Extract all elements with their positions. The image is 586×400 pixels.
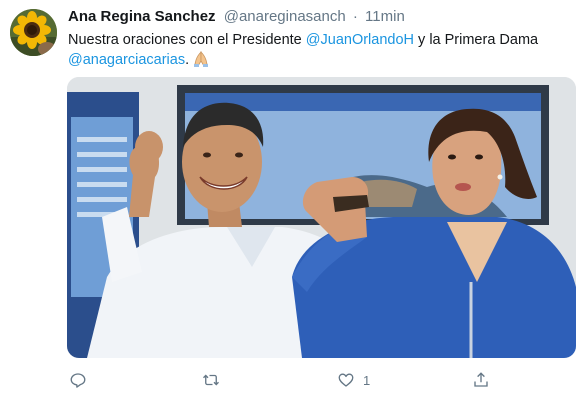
sunflower-avatar-icon (10, 9, 57, 56)
reply-icon (70, 373, 86, 388)
retweet-button[interactable] (202, 368, 220, 392)
tweet-text-part: y la Primera Dama (414, 32, 539, 48)
photo-two-people-raising-fists (67, 77, 576, 358)
display-name[interactable]: Ana Regina Sanchez (68, 8, 216, 25)
like-button[interactable]: 1 (337, 368, 370, 392)
heart-icon (338, 373, 354, 387)
share-icon (474, 372, 488, 387)
tweet-card[interactable]: Ana Regina Sanchez @anareginasanch · 11m… (0, 0, 586, 400)
share-button[interactable] (472, 368, 490, 392)
timestamp[interactable]: 11min (365, 8, 405, 25)
avatar[interactable] (10, 9, 57, 56)
reply-button[interactable] (69, 368, 87, 392)
tweet-actions: 1 (67, 368, 576, 394)
mention-link-first-lady[interactable]: @anagarciacarias (68, 52, 185, 68)
tweet-photo[interactable] (67, 77, 576, 358)
retweet-icon (203, 374, 219, 386)
tweet-text-part: Nuestra oraciones con el Presidente (68, 32, 306, 48)
separator-dot: · (352, 8, 358, 25)
tweet-header: Ana Regina Sanchez @anareginasanch · 11m… (68, 8, 405, 25)
tweet-text-part: . (185, 52, 190, 68)
user-handle[interactable]: @anareginasanch (224, 8, 346, 25)
folded-hands-icon (194, 51, 209, 67)
tweet-text: Nuestra oraciones con el Presidente @Jua… (68, 30, 573, 70)
like-count: 1 (363, 372, 371, 388)
mention-link-president[interactable]: @JuanOrlandoH (306, 32, 414, 48)
